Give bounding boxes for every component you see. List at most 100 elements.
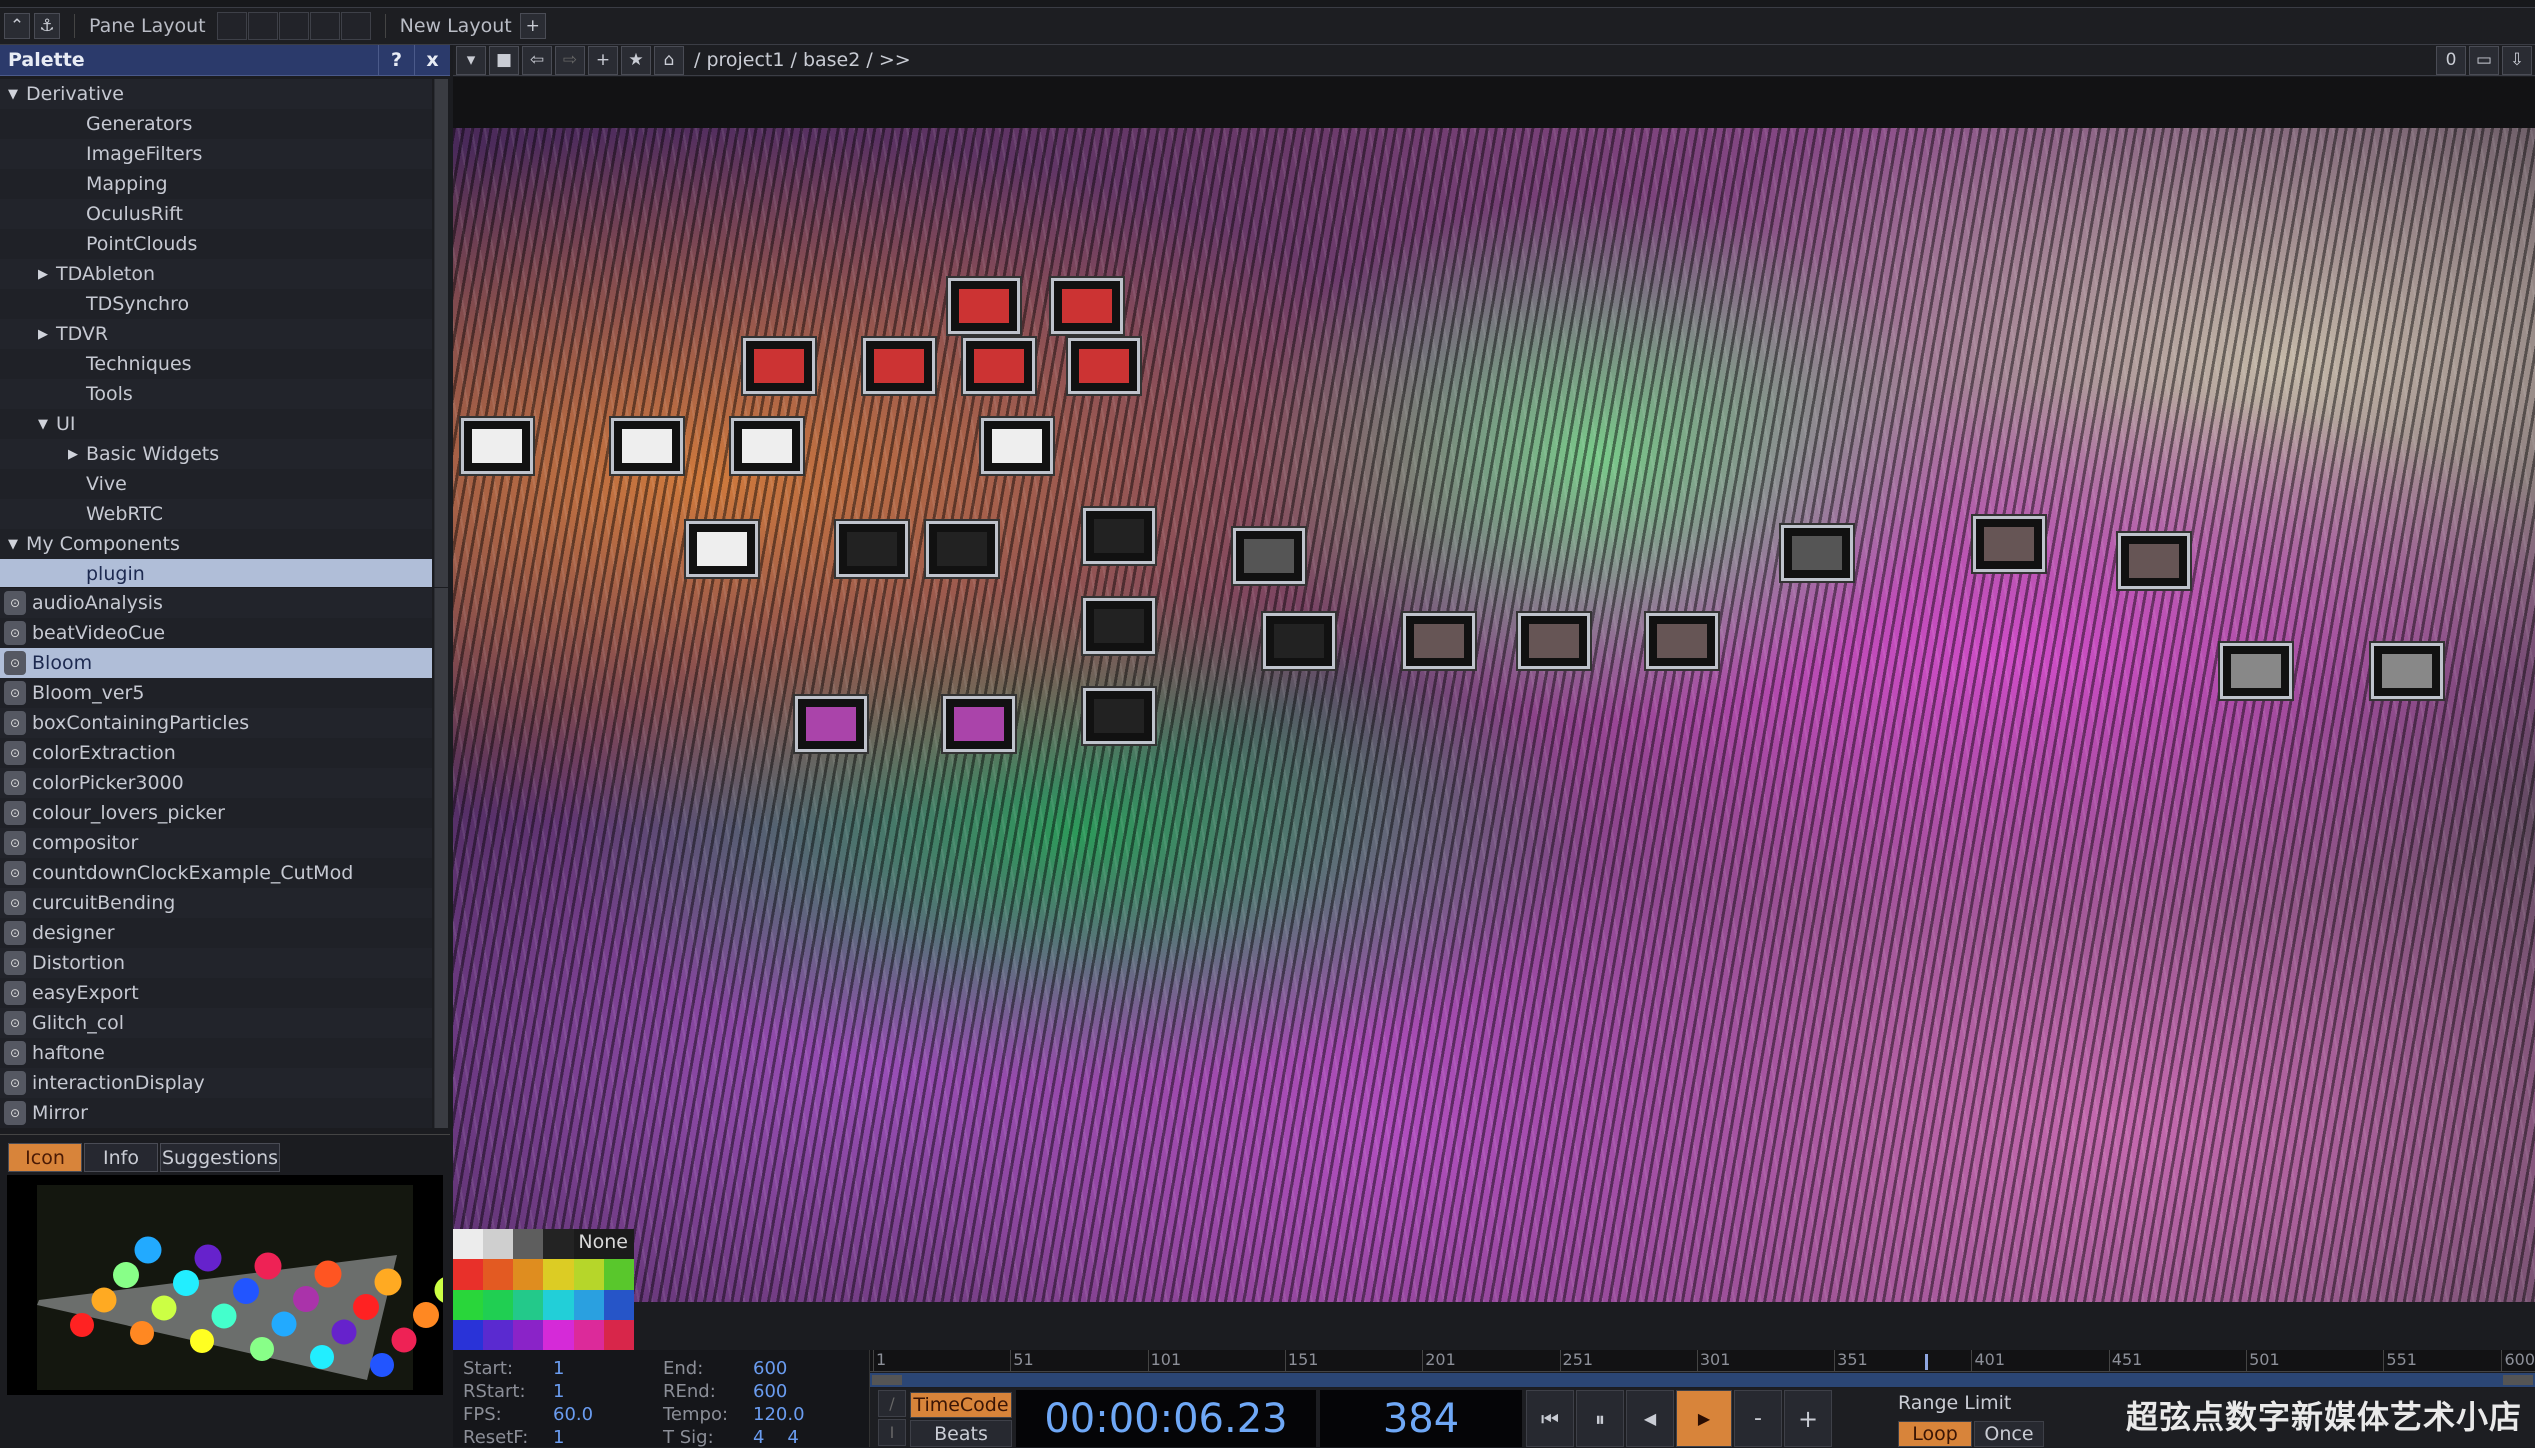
home-icon[interactable]: ⌂ bbox=[654, 45, 684, 75]
layout-hsplit-button[interactable] bbox=[278, 12, 309, 40]
color-swatch[interactable] bbox=[543, 1319, 574, 1350]
stop-icon[interactable]: ■ bbox=[489, 45, 519, 75]
component-item[interactable]: ⊙ audioAnalysis bbox=[0, 588, 432, 618]
color-swatch[interactable] bbox=[483, 1229, 514, 1260]
operator-node[interactable] bbox=[981, 418, 1053, 474]
component-item[interactable]: ⊙ boxContainingParticles bbox=[0, 708, 432, 738]
component-item[interactable]: ⊙ curcuitBending bbox=[0, 888, 432, 918]
color-swatch[interactable] bbox=[573, 1319, 604, 1350]
rewind-button[interactable]: ⏮ bbox=[1526, 1390, 1574, 1447]
step-plus-button[interactable]: + bbox=[1784, 1390, 1832, 1447]
component-item[interactable]: ⊙ easyExport bbox=[0, 978, 432, 1008]
operator-node[interactable] bbox=[836, 521, 908, 577]
add-icon[interactable]: + bbox=[588, 45, 618, 75]
network-editor-canvas[interactable] bbox=[453, 128, 2535, 1302]
operator-node[interactable] bbox=[926, 521, 998, 577]
component-item[interactable]: ⊙ Bloom_ver5 bbox=[0, 678, 432, 708]
tree-item[interactable]: Generators bbox=[0, 109, 432, 139]
operator-node[interactable] bbox=[1083, 688, 1155, 744]
component-item[interactable]: ⊙ Glitch_col bbox=[0, 1008, 432, 1038]
expanded-arrow-icon[interactable]: ▼ bbox=[36, 417, 50, 432]
operator-node[interactable] bbox=[461, 418, 533, 474]
operator-node[interactable] bbox=[611, 418, 683, 474]
tree-item[interactable]: ▼ My Components bbox=[0, 529, 432, 559]
tab-suggestions[interactable]: Suggestions bbox=[160, 1143, 280, 1172]
component-item[interactable]: ⊙ compositor bbox=[0, 828, 432, 858]
operator-node[interactable] bbox=[1068, 338, 1140, 394]
slash-button[interactable]: / bbox=[878, 1390, 906, 1417]
rstart-value[interactable]: 1 bbox=[553, 1381, 663, 1402]
operator-node[interactable] bbox=[1781, 525, 1853, 581]
expanded-arrow-icon[interactable]: ▼ bbox=[6, 87, 20, 102]
component-item[interactable]: ⊙ Distortion bbox=[0, 948, 432, 978]
color-swatch[interactable] bbox=[453, 1259, 484, 1290]
star-icon[interactable]: ★ bbox=[621, 45, 651, 75]
resetf-value[interactable]: 1 bbox=[553, 1427, 663, 1448]
collapsed-arrow-icon[interactable]: ▶ bbox=[36, 327, 50, 342]
once-button[interactable]: Once bbox=[1974, 1421, 2044, 1447]
component-item[interactable]: ⊙ colorExtraction bbox=[0, 738, 432, 768]
playhead[interactable] bbox=[1924, 1354, 1928, 1370]
color-swatch[interactable] bbox=[483, 1319, 514, 1350]
list-scrollbar[interactable] bbox=[434, 588, 448, 1128]
none-swatch-label[interactable]: None bbox=[578, 1231, 628, 1253]
layout-vsplit-button[interactable] bbox=[247, 12, 278, 40]
tab-icon[interactable]: Icon bbox=[8, 1143, 82, 1172]
operator-node[interactable] bbox=[2220, 643, 2292, 699]
color-swatch[interactable] bbox=[453, 1289, 484, 1320]
color-swatch[interactable] bbox=[513, 1319, 544, 1350]
component-item[interactable]: ⊙ beatVideoCue bbox=[0, 618, 432, 648]
menu-dropdown-icon[interactable]: ▾ bbox=[456, 45, 486, 75]
color-swatch[interactable] bbox=[513, 1229, 544, 1260]
tree-item[interactable]: ▼ UI bbox=[0, 409, 432, 439]
color-swatch[interactable] bbox=[453, 1319, 484, 1350]
forward-arrow-icon[interactable]: ⇨ bbox=[555, 45, 585, 75]
collapsed-arrow-icon[interactable]: ▶ bbox=[66, 447, 80, 462]
layout-quad-button[interactable] bbox=[340, 12, 371, 40]
cursor-button[interactable]: I bbox=[878, 1419, 906, 1446]
tree-item[interactable]: OculusRift bbox=[0, 199, 432, 229]
component-item[interactable]: ⊙ colorPicker3000 bbox=[0, 768, 432, 798]
tempo-value[interactable]: 120.0 bbox=[753, 1404, 873, 1425]
color-swatch[interactable] bbox=[603, 1259, 634, 1290]
component-item[interactable]: ⊙ Mirror bbox=[0, 1098, 432, 1128]
range-slider[interactable] bbox=[870, 1373, 2535, 1387]
tab-info[interactable]: Info bbox=[84, 1143, 158, 1172]
tree-item[interactable]: ▶ TDAbleton bbox=[0, 259, 432, 289]
tree-item[interactable]: PointClouds bbox=[0, 229, 432, 259]
step-minus-button[interactable]: - bbox=[1734, 1390, 1782, 1447]
operator-node[interactable] bbox=[1233, 528, 1305, 584]
operator-node[interactable] bbox=[1051, 278, 1123, 334]
play-button[interactable]: ▶ bbox=[1676, 1390, 1732, 1447]
operator-node[interactable] bbox=[1083, 508, 1155, 564]
operator-node[interactable] bbox=[795, 696, 867, 752]
close-button[interactable]: x bbox=[414, 44, 450, 76]
tree-item[interactable]: Techniques bbox=[0, 349, 432, 379]
breadcrumb[interactable]: / project1 / base2 / >> bbox=[694, 49, 911, 71]
operator-node[interactable] bbox=[743, 338, 815, 394]
fps-value[interactable]: 60.0 bbox=[553, 1404, 663, 1425]
operator-node[interactable] bbox=[2371, 643, 2443, 699]
color-swatch[interactable] bbox=[603, 1289, 634, 1320]
component-item[interactable]: ⊙ designer bbox=[0, 918, 432, 948]
operator-node[interactable] bbox=[963, 338, 1035, 394]
component-item[interactable]: ⊙ Bloom bbox=[0, 648, 432, 678]
color-swatch[interactable] bbox=[603, 1319, 634, 1350]
counter-field[interactable]: 0 bbox=[2436, 45, 2466, 75]
color-swatch[interactable] bbox=[543, 1259, 574, 1290]
end-value[interactable]: 600 bbox=[753, 1358, 873, 1379]
operator-node[interactable] bbox=[2118, 533, 2190, 589]
color-swatch[interactable] bbox=[513, 1289, 544, 1320]
component-item[interactable]: ⊙ interactionDisplay bbox=[0, 1068, 432, 1098]
window-icon[interactable]: ▭ bbox=[2469, 45, 2499, 75]
tree-item[interactable]: ▼ Derivative bbox=[0, 79, 432, 109]
panel-toggle-icon[interactable]: ⌃ bbox=[4, 13, 30, 39]
beats-mode-button[interactable]: Beats bbox=[910, 1420, 1012, 1447]
download-arrow-icon[interactable]: ⇩ bbox=[2502, 45, 2532, 75]
operator-node[interactable] bbox=[863, 338, 935, 394]
operator-node[interactable] bbox=[943, 696, 1015, 752]
tree-item[interactable]: plugin bbox=[0, 559, 432, 587]
anchor-icon[interactable]: ⚓ bbox=[34, 13, 60, 39]
color-swatch[interactable] bbox=[483, 1289, 514, 1320]
operator-node[interactable] bbox=[1083, 598, 1155, 654]
